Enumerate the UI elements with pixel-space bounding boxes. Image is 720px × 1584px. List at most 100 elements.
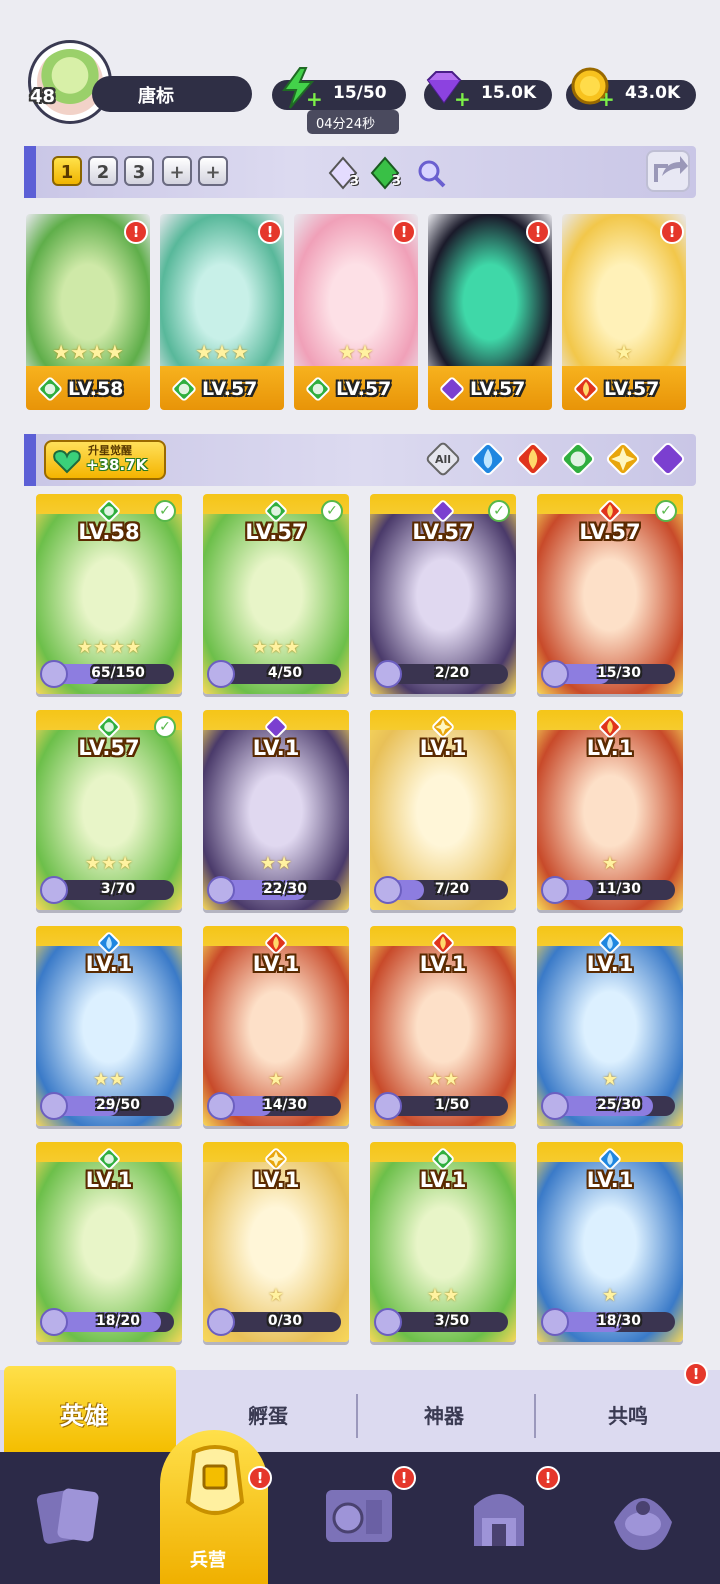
fragment-icon (374, 1092, 402, 1120)
light-element-icon (432, 716, 454, 738)
fire-element-icon (599, 500, 621, 522)
fragment-progress: 22/30 (207, 876, 341, 904)
hero-card[interactable]: LV.1 ★★ 1/50 (370, 926, 516, 1126)
share-icon (654, 156, 688, 182)
top-bar: 48 唐标 + 15/50 04分24秒 + 15.0K + 43.0K (0, 0, 720, 140)
share-button[interactable] (646, 150, 690, 192)
water-element-icon (599, 932, 621, 954)
hero-card[interactable]: LV.1 ★★ 29/50 (36, 926, 182, 1126)
light-element-icon (265, 1148, 287, 1170)
featured-hero-card[interactable]: ★★★★ LV.58 ! (26, 214, 150, 410)
team-slot-2[interactable]: 2 (88, 156, 118, 186)
nav-guild-icon[interactable] (604, 1478, 682, 1556)
hero-card[interactable]: LV.1 ★ 14/30 (203, 926, 349, 1126)
fragment-icon (374, 660, 402, 688)
upgrade-alert-icon: ! (392, 220, 416, 244)
hero-stars: ★ (601, 1285, 619, 1306)
coins-add-icon[interactable]: + (598, 89, 615, 109)
nature-element-icon (98, 1148, 120, 1170)
tab-hatch[interactable]: 孵蛋 (248, 1400, 288, 1429)
team-slot-1[interactable]: 1 (52, 156, 82, 186)
fragment-icon (374, 1308, 402, 1336)
filter-fire-icon[interactable] (516, 442, 550, 476)
fragment-icon (374, 876, 402, 904)
hero-card[interactable]: LV.1 ★★ 22/30 (203, 710, 349, 910)
fragment-progress: 65/150 (40, 660, 174, 688)
hero-level: LV.1 (252, 1168, 300, 1192)
team-add-slot-2[interactable]: + (198, 156, 228, 186)
hero-stars: ★★★ (195, 340, 249, 364)
gems-value: 15.0K (481, 83, 537, 103)
nav-shop-icon[interactable] (460, 1478, 538, 1556)
fragment-icon (541, 876, 569, 904)
energy-value: 15/50 (333, 83, 387, 103)
fragment-icon (40, 1308, 68, 1336)
tab-resonance[interactable]: 共鸣 (608, 1400, 648, 1429)
fragment-progress: 3/50 (374, 1308, 508, 1336)
hero-stars: ★★★ (84, 853, 134, 874)
deployed-check-icon: ✓ (655, 500, 677, 522)
fragment-icon (207, 1092, 235, 1120)
filter-light-icon[interactable] (606, 442, 640, 476)
hero-stars: ★ (267, 1285, 285, 1306)
search-icon[interactable] (414, 156, 448, 190)
fragment-progress: 11/30 (541, 876, 675, 904)
hero-level: LV.57 (470, 378, 526, 400)
fragment-icon (541, 660, 569, 688)
tab-hero-label: 英雄 (60, 1402, 108, 1430)
energy-add-icon[interactable]: + (306, 89, 323, 109)
hero-stars: ★★★ (251, 637, 301, 658)
filter-water-icon[interactable] (471, 442, 505, 476)
fire-element-icon (265, 932, 287, 954)
hero-level: LV.57 (202, 378, 258, 400)
hero-stars: ★★★★ (76, 637, 142, 658)
fragment-progress: 1/50 (374, 1092, 508, 1120)
barracks-alert-icon: ! (248, 1466, 272, 1490)
team-slot-3[interactable]: 3 (124, 156, 154, 186)
hero-card[interactable]: LV.1 ★ 0/30 (203, 1142, 349, 1342)
hero-stars: ★ (601, 1069, 619, 1090)
fragment-progress: 7/20 (374, 876, 508, 904)
fragment-progress: 3/70 (40, 876, 174, 904)
fragment-icon (541, 1092, 569, 1120)
hero-card[interactable]: ✓ LV.58 ★★★★ 65/150 (36, 494, 182, 694)
tab-artifact[interactable]: 神器 (424, 1400, 464, 1429)
filter-all[interactable]: All (426, 442, 460, 476)
resonance-alert-icon: ! (684, 1362, 708, 1386)
team-add-slot-1[interactable]: + (162, 156, 192, 186)
nav-cards-icon[interactable] (30, 1478, 108, 1556)
hero-level: LV.1 (252, 736, 300, 760)
featured-hero-card[interactable]: ★★ LV.57 ! (294, 214, 418, 410)
filter-dark-icon[interactable] (651, 442, 685, 476)
hero-level: LV.57 (579, 520, 641, 544)
water-element-icon (98, 932, 120, 954)
hero-card[interactable]: LV.1 ★ 11/30 (537, 710, 683, 910)
coins-value: 43.0K (625, 83, 681, 103)
filter-all-label: All (435, 453, 451, 466)
hero-card[interactable]: LV.1 ★★ 3/50 (370, 1142, 516, 1342)
featured-hero-card[interactable]: ★ LV.57 ! (562, 214, 686, 410)
nav-map-icon[interactable] (320, 1478, 398, 1556)
dark-element-icon (440, 377, 464, 401)
hero-card[interactable]: LV.1 ★ 25/30 (537, 926, 683, 1126)
fire-element-icon (599, 716, 621, 738)
hero-card[interactable]: ✓ LV.57 ★★★ 4/50 (203, 494, 349, 694)
hero-card[interactable]: LV.1 18/20 (36, 1142, 182, 1342)
upgrade-alert-icon: ! (124, 220, 148, 244)
hero-card[interactable]: ✓ LV.57 2/20 (370, 494, 516, 694)
featured-hero-card[interactable]: ★★★ LV.57 ! (160, 214, 284, 410)
hero-level: LV.57 (336, 378, 392, 400)
hero-level: LV.1 (85, 1168, 133, 1192)
featured-hero-card[interactable]: LV.57 ! (428, 214, 552, 410)
hero-card[interactable]: ✓ LV.57 ★★★ 3/70 (36, 710, 182, 910)
fragment-progress: 29/50 (40, 1092, 174, 1120)
hero-card[interactable]: LV.1 ★ 18/30 (537, 1142, 683, 1342)
hero-level: LV.58 (68, 378, 124, 400)
hero-card[interactable]: LV.1 7/20 (370, 710, 516, 910)
fire-element-icon (432, 932, 454, 954)
green-gem-count: 3 (392, 174, 402, 189)
gems-add-icon[interactable]: + (454, 89, 471, 109)
filter-nature-icon[interactable] (561, 442, 595, 476)
hero-card[interactable]: ✓ LV.57 15/30 (537, 494, 683, 694)
nature-element-icon (306, 377, 330, 401)
